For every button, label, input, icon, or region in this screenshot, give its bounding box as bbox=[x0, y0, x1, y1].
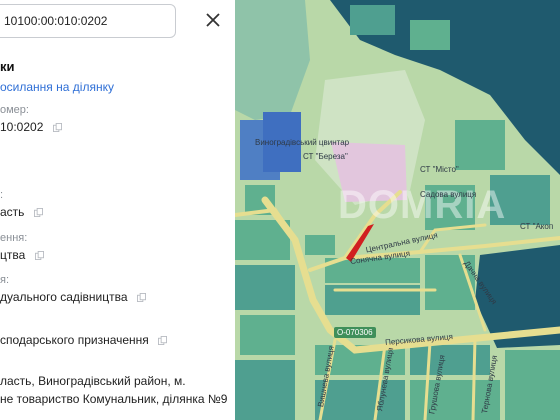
road-code-badge: О-070306 bbox=[334, 327, 376, 338]
purpose-value: цтва bbox=[0, 248, 26, 262]
cadastral-map[interactable]: DOMRIA Виноградівський цвинтар СТ "Берез… bbox=[235, 0, 560, 420]
cadastral-number-value: 10:0202 bbox=[0, 120, 44, 134]
copy-icon[interactable] bbox=[34, 251, 44, 260]
search-field[interactable]: 10100:00:010:0202 bbox=[0, 4, 176, 38]
ownership-label: : bbox=[0, 189, 4, 201]
address-line-2: не товариство Комунальник, ділянка №9 bbox=[0, 392, 228, 406]
cadastral-number-row: 10:0202 bbox=[0, 120, 62, 134]
purpose-label: ення: bbox=[0, 232, 28, 244]
category-row: сподарського призначення bbox=[0, 333, 168, 347]
copy-icon[interactable] bbox=[33, 208, 43, 217]
usage-value: дуального садівництва bbox=[0, 290, 128, 304]
ownership-value: асть bbox=[0, 205, 25, 219]
purpose-row: цтва bbox=[0, 248, 44, 262]
parcel-link[interactable]: осилання на ділянку bbox=[0, 80, 114, 94]
close-icon[interactable] bbox=[201, 8, 225, 32]
address-line-1: ласть, Виноградівський район, м. bbox=[0, 374, 186, 388]
info-panel: 10100:00:010:0202 ки осилання на ділянку… bbox=[0, 0, 235, 420]
copy-icon[interactable] bbox=[52, 123, 62, 132]
parcel-block-nw bbox=[235, 0, 310, 120]
copy-icon[interactable] bbox=[158, 336, 168, 345]
cadastral-number-label: омер: bbox=[0, 104, 29, 116]
map-label-cemetery: Виноградівський цвинтар bbox=[255, 138, 350, 147]
map-label-street-sadova: Садова вулиця bbox=[420, 190, 477, 199]
search-input-value: 10100:00:010:0202 bbox=[4, 14, 108, 28]
usage-label: я: bbox=[0, 274, 10, 286]
ownership-row: асть bbox=[0, 205, 43, 219]
map-label-st-akop: СТ "Акоп bbox=[520, 222, 554, 231]
map-label-st-beryoza: СТ "Береза" bbox=[303, 152, 348, 161]
parcel-title: ки bbox=[0, 59, 15, 74]
category-value: сподарського призначення bbox=[0, 333, 149, 347]
usage-row: дуального садівництва bbox=[0, 290, 146, 304]
map-label-st-misto: СТ "Місто" bbox=[420, 165, 459, 174]
copy-icon[interactable] bbox=[136, 293, 146, 302]
